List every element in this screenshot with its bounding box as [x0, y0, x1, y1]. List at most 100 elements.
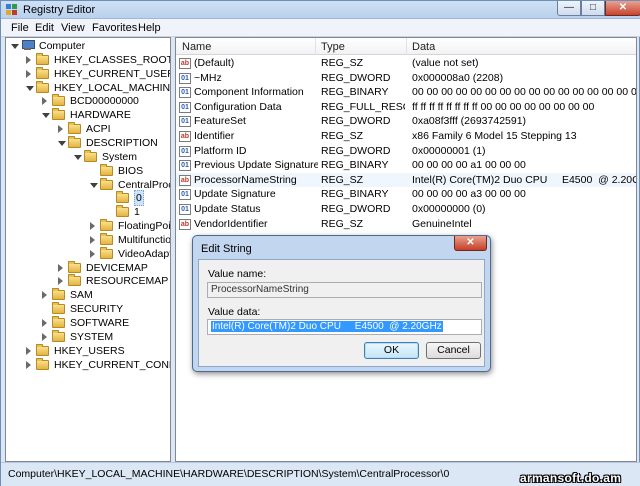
tree-node-label: HARDWARE	[70, 109, 131, 122]
expand-arrow-icon[interactable]	[90, 235, 95, 244]
column-header-name[interactable]: Name	[182, 41, 211, 53]
maximize-button[interactable]: □	[581, 1, 605, 16]
dialog-close-button[interactable]: ✕	[454, 236, 487, 251]
value-row[interactable]: 01 Component Information REG_BINARY 00 00 0…	[176, 85, 636, 100]
cancel-button[interactable]: Cancel	[426, 342, 481, 359]
value-name-text: ProcessorNameString	[211, 284, 309, 295]
value-row[interactable]: 01 Update Signature REG_BINARY 00 00 00 00 …	[176, 187, 636, 202]
value-data: ff ff ff ff ff ff ff ff 00 00 00 00 00 0…	[412, 100, 595, 113]
value-name: Update Status	[194, 203, 261, 215]
column-divider[interactable]	[406, 38, 407, 55]
window-title: Registry Editor	[23, 4, 96, 16]
title-bar[interactable]: Registry Editor — □ ✕	[1, 1, 640, 19]
value-row[interactable]: 01 Update Status REG_DWORD 0x00000000 (0)	[176, 202, 636, 217]
value-name: ~MHz	[194, 71, 222, 84]
key-tree[interactable]: Computer HKEY_CLASSES_ROOT HKEY_CURRENT_US…	[5, 37, 171, 462]
ok-button[interactable]: OK	[364, 342, 419, 359]
tree-node-label: HKEY_USERS	[54, 344, 125, 357]
tree-node-label: SECURITY	[70, 303, 124, 316]
expand-arrow-icon[interactable]	[26, 346, 31, 355]
column-divider[interactable]	[315, 38, 316, 55]
column-header-type[interactable]: Type	[321, 41, 345, 53]
close-button[interactable]: ✕	[605, 1, 640, 16]
collapse-arrow-icon[interactable]	[11, 44, 19, 49]
expand-arrow-icon[interactable]	[58, 277, 63, 286]
menu-view[interactable]: View	[61, 22, 85, 34]
folder-icon	[36, 357, 49, 370]
folder-icon	[68, 260, 81, 273]
binary-value-icon: 01	[179, 189, 191, 201]
value-data: (value not set)	[412, 57, 479, 69]
expand-arrow-icon[interactable]	[42, 291, 47, 300]
value-row[interactable]: ab ProcessorNameString REG_SZ Intel(R) Core…	[176, 172, 636, 188]
value-row[interactable]: ab (Default) REG_SZ (value not set)	[176, 56, 636, 71]
expand-arrow-icon[interactable]	[26, 55, 31, 64]
tree-node-label: RESOURCEMAP	[86, 275, 169, 288]
value-data: 0x00000001 (1)	[412, 144, 486, 157]
folder-icon	[36, 66, 49, 79]
value-data: 00 00 00 00 a1 00 00 00	[412, 159, 526, 172]
value-data-text: Intel(R) Core(TM)2 Duo CPU E4500 @ 2.20G…	[211, 321, 443, 332]
value-data: Intel(R) Core(TM)2 Duo CPU E4500 @ 2.20G…	[412, 173, 636, 186]
expand-arrow-icon[interactable]	[42, 332, 47, 341]
collapse-arrow-icon[interactable]	[26, 85, 34, 91]
value-data-input[interactable]: Intel(R) Core(TM)2 Duo CPU E4500 @ 2.20G…	[207, 319, 482, 335]
value-name: Identifier	[194, 130, 235, 142]
value-name: (Default)	[194, 57, 235, 69]
tree-node-label: Computer	[39, 40, 86, 52]
dialog-title: Edit String	[201, 243, 252, 255]
folder-icon	[116, 205, 129, 218]
expand-arrow-icon[interactable]	[42, 319, 47, 327]
column-header-data[interactable]: Data	[412, 41, 435, 53]
expand-arrow-icon[interactable]	[90, 222, 95, 231]
menu-favorites[interactable]: Favorites	[92, 22, 137, 34]
string-value-icon: ab	[179, 218, 191, 230]
folder-icon	[100, 163, 113, 176]
value-name: Previous Update Signature	[194, 159, 318, 172]
expand-arrow-icon[interactable]	[58, 263, 63, 272]
registry-editor-window: Registry Editor — □ ✕ File Edit View Fav…	[0, 0, 640, 486]
value-type: REG_DWORD	[321, 203, 391, 215]
value-data: 0x00000000 (0)	[412, 203, 486, 215]
value-name-label: Value name:	[208, 268, 267, 280]
expand-arrow-icon[interactable]	[26, 69, 31, 78]
tree-node-label: SAM	[70, 289, 93, 302]
value-type: REG_BINARY	[321, 188, 389, 201]
menu-file[interactable]: File	[11, 22, 29, 34]
collapse-arrow-icon[interactable]	[90, 182, 98, 188]
tree-node-label: SYSTEM	[70, 330, 114, 343]
value-type: REG_SZ	[321, 130, 364, 142]
folder-icon	[52, 288, 65, 301]
value-row[interactable]: 01 FeatureSet REG_DWORD 0xa08f3fff (2693742…	[176, 114, 636, 129]
value-row[interactable]: 01 Previous Update Signature REG_BINARY 00 …	[176, 158, 636, 173]
value-row[interactable]: ab Identifier REG_SZ x86 Family 6 Model 15 …	[176, 129, 636, 144]
tree-node-label: HKEY_CURRENT_CONFIG	[54, 358, 170, 371]
value-row[interactable]: 01 ~MHz REG_DWORD 0x000008a0 (2208)	[176, 71, 636, 86]
tree-node-label: HKEY_CLASSES_ROOT	[54, 53, 171, 66]
value-row[interactable]: 01 Platform ID REG_DWORD 0x00000001 (1)	[176, 144, 636, 159]
folder-icon	[100, 177, 113, 190]
value-row[interactable]: 01Configuration Data REG_FULL_RESOU... ff …	[176, 100, 636, 115]
expand-arrow-icon[interactable]	[90, 249, 95, 258]
tree-node-label: System	[102, 150, 138, 163]
folder-icon	[116, 191, 129, 204]
minimize-button[interactable]: —	[557, 1, 581, 16]
value-row[interactable]: ab VendorIdentifier REG_SZ GenuineIntel	[176, 217, 636, 232]
tree-node-label: SOFTWARE	[70, 317, 130, 329]
expand-arrow-icon[interactable]	[42, 97, 47, 106]
collapse-arrow-icon[interactable]	[58, 140, 66, 146]
expand-arrow-icon[interactable]	[58, 125, 63, 134]
menu-help[interactable]: Help	[138, 22, 161, 34]
folder-icon	[68, 122, 81, 135]
menu-edit[interactable]: Edit	[35, 22, 54, 34]
expand-arrow-icon[interactable]	[26, 360, 31, 369]
collapse-arrow-icon[interactable]	[42, 113, 50, 119]
folder-icon	[52, 302, 65, 315]
tree-node-label: DESCRIPTION	[86, 136, 158, 149]
value-data: 0x000008a0 (2208)	[412, 71, 504, 84]
collapse-arrow-icon[interactable]	[74, 154, 82, 160]
value-type: REG_SZ	[321, 57, 364, 69]
value-type: REG_SZ	[321, 173, 364, 186]
value-data-label: Value data:	[208, 306, 261, 318]
tree-node-label: BIOS	[118, 164, 144, 177]
